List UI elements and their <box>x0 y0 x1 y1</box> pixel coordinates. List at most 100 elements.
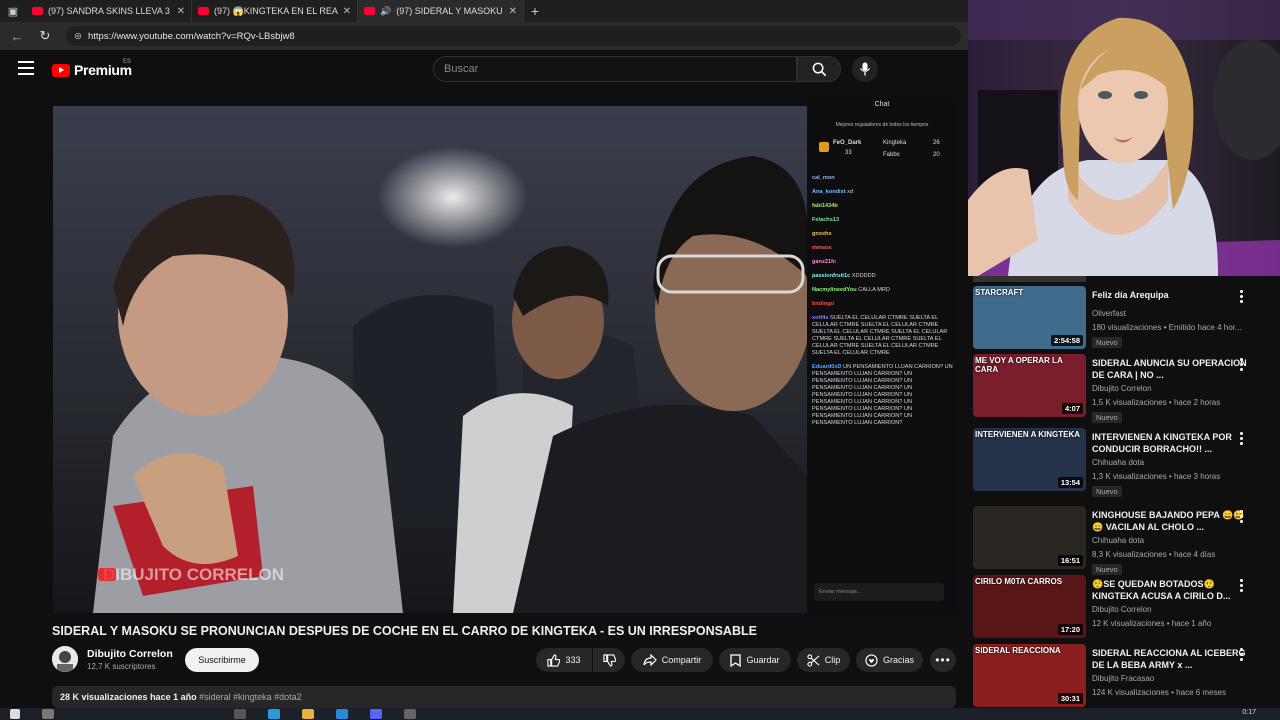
search-taskbar-icon[interactable] <box>42 709 54 719</box>
video-thumbnail[interactable]: STARCRAFT 2:54:58 <box>973 286 1086 349</box>
app-taskbar-icon[interactable] <box>404 709 416 719</box>
store-taskbar-icon[interactable] <box>336 709 348 719</box>
recommended-meta: 8,3 K visualizaciones • hace 4 días <box>1092 550 1216 559</box>
clip-button[interactable]: Clip <box>797 648 850 672</box>
more-vertical-icon[interactable] <box>1238 358 1244 371</box>
tab-close-icon[interactable]: ✕ <box>343 6 351 17</box>
recommended-video[interactable]: 16:51 KINGHOUSE BAJANDO PEPA 😄😄😄 VACILAN … <box>973 506 1273 575</box>
more-vertical-icon[interactable] <box>1238 579 1244 592</box>
recommended-video[interactable]: INTERVIENEN A KINGTEKA 13:54 INTERVIENEN A… <box>973 428 1273 497</box>
subscribe-button[interactable]: Suscribirme <box>185 648 259 672</box>
recommended-video[interactable]: CIRILO M0TA CARROS 17:20 🤨SE QUEDAN BOTADO… <box>973 575 1273 641</box>
video-thumbnail[interactable]: 16:51 <box>973 506 1086 569</box>
chat-input[interactable]: Enviar mensaje... <box>814 583 944 601</box>
folder-taskbar-icon[interactable] <box>302 709 314 719</box>
recommended-title[interactable]: Feliz día Arequipa <box>1092 289 1252 301</box>
recommended-video[interactable]: STARCRAFT 2:54:58 Feliz día Arequipa Oliver… <box>973 286 1273 352</box>
thanks-button[interactable]: Gracias <box>856 648 923 672</box>
recommended-title[interactable]: 🤨SE QUEDAN BOTADOS🤨 KINGTEKA ACUSA A CIR… <box>1092 578 1252 602</box>
thumbs-down-icon <box>602 653 616 667</box>
recommended-meta: 12 K visualizaciones • hace 1 año <box>1092 619 1212 628</box>
recommended-video[interactable]: ME VOY A OPERAR LA CARA 4:07 SIDERAL ANUNC… <box>973 354 1273 423</box>
new-tab-icon[interactable]: + <box>524 3 546 19</box>
recommended-title[interactable]: SIDERAL ANUNCIA SU OPERACION DE CARA | N… <box>1092 357 1252 381</box>
search-placeholder: Buscar <box>444 63 479 75</box>
recommended-title[interactable]: SIDERAL REACCIONA AL ICEBERG DE LA BEBA … <box>1092 647 1252 671</box>
chat-user: NacmylineedYou <box>812 287 857 293</box>
more-vertical-icon[interactable] <box>1238 290 1244 303</box>
start-icon[interactable] <box>10 709 20 719</box>
video-thumbnail[interactable]: SIDERAL REACCIONA 30:31 <box>973 644 1086 707</box>
dislike-button[interactable] <box>593 648 625 672</box>
chat-text: CALLA MRD <box>858 287 890 293</box>
video-watermark: DIBUJITO CORRELON <box>103 565 284 584</box>
chat-message: ganz21fc <box>812 259 954 266</box>
chat-user: Ana_kondist <box>812 189 846 195</box>
back-arrow-icon[interactable]: ← <box>6 29 28 44</box>
channel-avatar[interactable] <box>52 646 78 672</box>
more-actions-button[interactable]: ••• <box>930 648 956 672</box>
recommended-channel[interactable]: Oliverfast <box>1092 309 1126 318</box>
window-menu-icon[interactable]: ▣ <box>0 0 26 22</box>
youtube-favicon-icon <box>364 7 375 15</box>
more-vertical-icon[interactable] <box>1238 648 1244 661</box>
video-player[interactable]: DIBUJITO CORRELON <box>53 106 807 613</box>
tab-close-icon[interactable]: ✕ <box>509 6 517 17</box>
hashtags[interactable]: #sideral #kingteka #dota2 <box>199 692 302 702</box>
save-button[interactable]: Guardar <box>719 648 791 672</box>
browser-tab-1[interactable]: (97) SANDRA SKINS LLEVA 3 DIA ✕ <box>26 0 192 22</box>
description-box[interactable]: 28 K visualizaciones hace 1 año #sideral… <box>52 686 956 708</box>
more-vertical-icon[interactable] <box>1238 510 1244 523</box>
speaker-icon[interactable]: 🔊 <box>380 6 391 17</box>
video-thumbnail[interactable]: ME VOY A OPERAR LA CARA 4:07 <box>973 354 1086 417</box>
chat-user: Eduard0xD <box>812 364 842 370</box>
recommended-title[interactable]: KINGHOUSE BAJANDO PEPA 😄😄😄 VACILAN AL CH… <box>1092 509 1252 533</box>
recommended-channel[interactable]: Dibujito Correlon <box>1092 605 1152 614</box>
channel-name[interactable]: Dibujito Correlon <box>87 648 173 660</box>
more-vertical-icon[interactable] <box>1238 432 1244 445</box>
top-gifters-label: Mejores regaladores de todos los tiempos <box>835 122 929 128</box>
search-input[interactable]: Buscar <box>433 56 797 82</box>
browser-taskbar-icon[interactable] <box>268 709 280 719</box>
task-view-icon[interactable] <box>234 709 246 719</box>
share-button[interactable]: Compartir <box>631 648 713 672</box>
save-label: Guardar <box>746 655 780 665</box>
chat-text: SUELTA EL CELULAR CTMRE SUELTA EL CELULA… <box>812 315 948 356</box>
browser-tab-3[interactable]: 🔊 (97) SIDERAL Y MASOKU SE ✕ <box>358 0 524 22</box>
recommended-title[interactable]: INTERVIENEN A KINGTEKA POR CONDUCIR BORR… <box>1092 431 1252 455</box>
recommended-meta: 1,5 K visualizaciones • hace 2 horas <box>1092 398 1221 407</box>
chat-user: fabi1434b <box>812 203 838 209</box>
browser-tab-2[interactable]: (97) 😱KINGTEKA EN EL REAL PI ✕ <box>192 0 358 22</box>
address-bar: ← ↻ ⊜ https://www.youtube.com/watch?v=RQ… <box>0 22 968 50</box>
recommended-channel[interactable]: Dibujito Correlon <box>1092 384 1152 393</box>
tab-title: (97) SIDERAL Y MASOKU SE <box>396 6 503 16</box>
new-badge: Nuevo <box>1092 486 1122 497</box>
video-thumbnail[interactable]: CIRILO M0TA CARROS 17:20 <box>973 575 1086 638</box>
recommended-channel[interactable]: Chihuaha dota <box>1092 458 1144 467</box>
partial-thumbnail-top <box>973 276 1086 282</box>
youtube-favicon-icon <box>32 7 43 15</box>
discord-taskbar-icon[interactable] <box>370 709 382 719</box>
youtube-play-icon <box>52 63 70 77</box>
recommended-video[interactable]: SIDERAL REACCIONA 30:31 SIDERAL REACCIONA … <box>973 644 1273 710</box>
subscriber-count: 12,7 K suscriptores <box>87 662 156 671</box>
video-thumbnail[interactable]: INTERVIENEN A KINGTEKA 13:54 <box>973 428 1086 491</box>
url-field[interactable]: ⊜ https://www.youtube.com/watch?v=RQv-LB… <box>66 26 961 46</box>
site-info-icon[interactable]: ⊜ <box>74 31 82 42</box>
reload-icon[interactable]: ↻ <box>34 28 56 44</box>
like-button[interactable]: 333 <box>536 648 592 672</box>
recommended-meta: 180 visualizaciones • Emitido hace 4 hor… <box>1092 323 1242 332</box>
menu-icon[interactable] <box>18 61 34 75</box>
chat-user: Felachs13 <box>812 217 840 223</box>
search-button[interactable] <box>797 56 841 82</box>
youtube-logo[interactable]: Premium ES <box>52 59 132 78</box>
recommended-channel[interactable]: Dibujito Fracasao <box>1092 674 1154 683</box>
recommendations-sidebar: STARCRAFT 2:54:58 Feliz día Arequipa Oliver… <box>968 276 1280 720</box>
tab-close-icon[interactable]: ✕ <box>177 6 185 17</box>
video-frame: DIBUJITO CORRELON <box>53 106 807 613</box>
voice-search-button[interactable] <box>852 56 878 82</box>
chat-message: Felachs13 <box>812 217 954 224</box>
recommended-channel[interactable]: Chihuaha dota <box>1092 536 1144 545</box>
chat-message: Eduard0xD UN PENSAMIENTO LUJAN CARRION? … <box>812 364 954 427</box>
chat-user: xotf4s <box>812 315 829 321</box>
